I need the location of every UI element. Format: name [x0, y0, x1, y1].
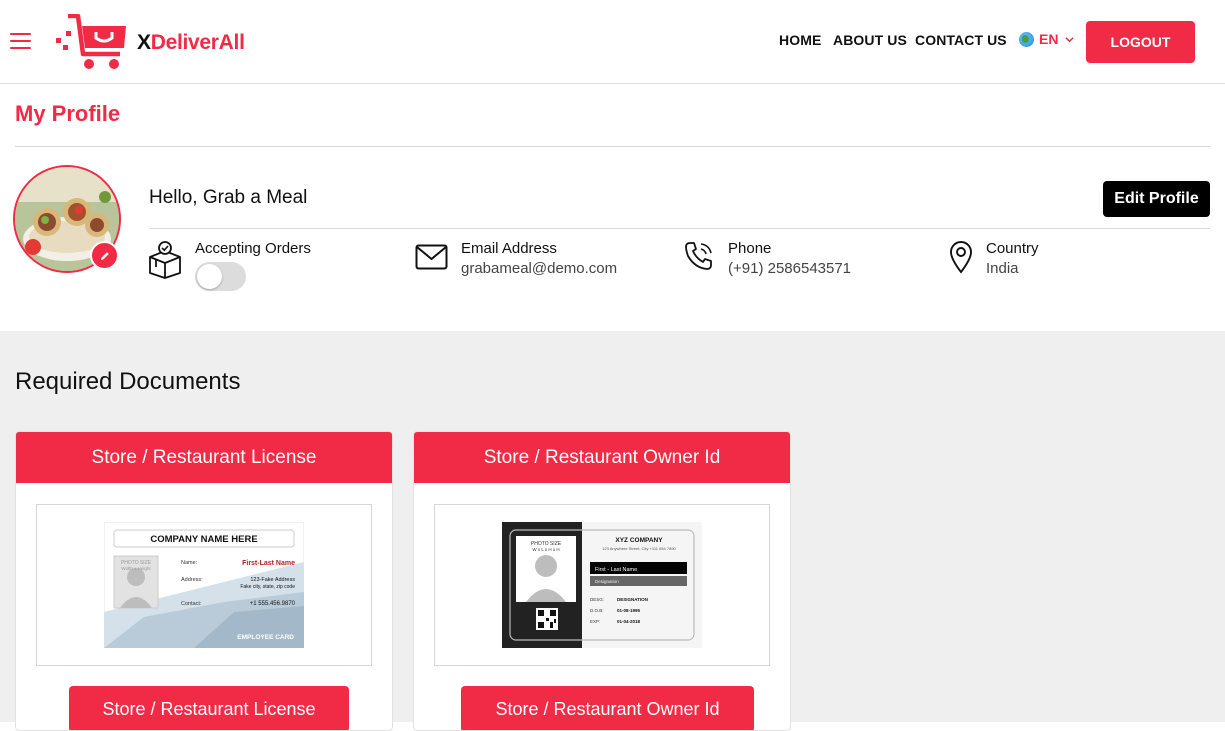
pencil-icon — [100, 251, 109, 260]
card-header: Store / Restaurant Owner Id — [414, 432, 790, 483]
svg-text:Designation: Designation — [595, 579, 619, 584]
language-code: EN — [1039, 31, 1059, 47]
phone-icon — [685, 242, 712, 270]
country-label: Country — [986, 240, 1039, 257]
svg-text:123 Anywhere Street, City +111: 123 Anywhere Street, City +111 654 7890 — [602, 546, 676, 551]
accepting-orders-label: Accepting Orders — [195, 240, 311, 257]
svg-text:DESIGNATION: DESIGNATION — [617, 597, 648, 602]
id-card-image: PHOTO SIZE W x L x H x H XYZ COMPANY 123… — [502, 522, 702, 648]
email-label: Email Address — [461, 240, 557, 257]
greeting: Hello, Grab a Meal — [149, 187, 308, 208]
accepting-orders-toggle[interactable] — [195, 262, 246, 291]
license-preview[interactable]: COMPANY NAME HERE PHOTO SIZE Width x Hei… — [36, 504, 372, 666]
upload-owner-id-button[interactable]: Store / Restaurant Owner Id — [461, 686, 754, 730]
svg-text:First-Last Name: First-Last Name — [242, 560, 295, 567]
document-card-owner-id: Store / Restaurant Owner Id PHOTO SIZE W… — [413, 431, 791, 731]
svg-text:W x L x H x H: W x L x H x H — [532, 547, 559, 552]
divider — [149, 228, 1210, 229]
svg-text:First - Last Name: First - Last Name — [595, 567, 637, 573]
logout-button[interactable]: LOGOUT — [1086, 21, 1195, 63]
svg-text:XYZ COMPANY: XYZ COMPANY — [615, 537, 663, 544]
svg-text:01-04-2018: 01-04-2018 — [617, 619, 641, 624]
country-value: India — [986, 260, 1019, 277]
svg-text:123-Fake Address: 123-Fake Address — [250, 577, 295, 583]
svg-text:Name:: Name: — [181, 560, 198, 566]
toggle-knob — [197, 264, 222, 289]
svg-text:Address:: Address: — [181, 577, 203, 583]
owner-id-preview[interactable]: PHOTO SIZE W x L x H x H XYZ COMPANY 123… — [434, 504, 770, 666]
svg-text:DESG:: DESG: — [590, 597, 604, 602]
svg-text:Contact:: Contact: — [181, 601, 202, 607]
chevron-down-icon — [1065, 36, 1075, 42]
package-icon — [149, 241, 181, 279]
language-selector[interactable]: EN — [1019, 31, 1075, 47]
card-header: Store / Restaurant License — [16, 432, 392, 483]
upload-license-button[interactable]: Store / Restaurant License — [69, 686, 349, 730]
email-value: grabameal@demo.com — [461, 260, 618, 277]
svg-text:Fake city, state, zip code: Fake city, state, zip code — [240, 584, 295, 590]
phone-label: Phone — [728, 240, 772, 257]
svg-text:D.O.B:: D.O.B: — [590, 608, 604, 613]
globe-icon — [1019, 31, 1034, 47]
page-title: My Profile — [15, 101, 121, 126]
documents-title: Required Documents — [15, 368, 241, 395]
svg-text:Width x Height: Width x Height — [121, 566, 151, 571]
brand-name[interactable]: XDeliverAll — [137, 31, 245, 55]
nav-home[interactable]: HOME — [779, 32, 821, 48]
hamburger-menu-icon[interactable] — [10, 33, 31, 49]
divider — [15, 146, 1210, 147]
employee-card-image: COMPANY NAME HERE PHOTO SIZE Width x Hei… — [104, 522, 304, 648]
nav-contact-us[interactable]: CONTACT US — [915, 32, 1007, 48]
envelope-icon — [415, 244, 448, 270]
phone-value: (+91) 2586543571 — [728, 260, 852, 277]
edit-profile-button[interactable]: Edit Profile — [1103, 181, 1210, 217]
cart-logo-icon[interactable] — [54, 14, 128, 72]
nav-about-us[interactable]: ABOUT US — [833, 32, 907, 48]
document-card-license: Store / Restaurant License COMPANY NAME … — [15, 431, 393, 731]
svg-text:+1 555.456.9870: +1 555.456.9870 — [250, 601, 296, 607]
svg-text:EMPLOYEE CARD: EMPLOYEE CARD — [237, 634, 294, 641]
location-pin-icon — [950, 241, 972, 274]
svg-text:COMPANY NAME HERE: COMPANY NAME HERE — [150, 534, 257, 545]
svg-text:01-08-1995: 01-08-1995 — [617, 608, 641, 613]
avatar-edit-button[interactable] — [90, 241, 119, 270]
svg-text:EXP:: EXP: — [590, 619, 600, 624]
top-header: XDeliverAll HOME ABOUT US CONTACT US EN … — [0, 0, 1225, 84]
